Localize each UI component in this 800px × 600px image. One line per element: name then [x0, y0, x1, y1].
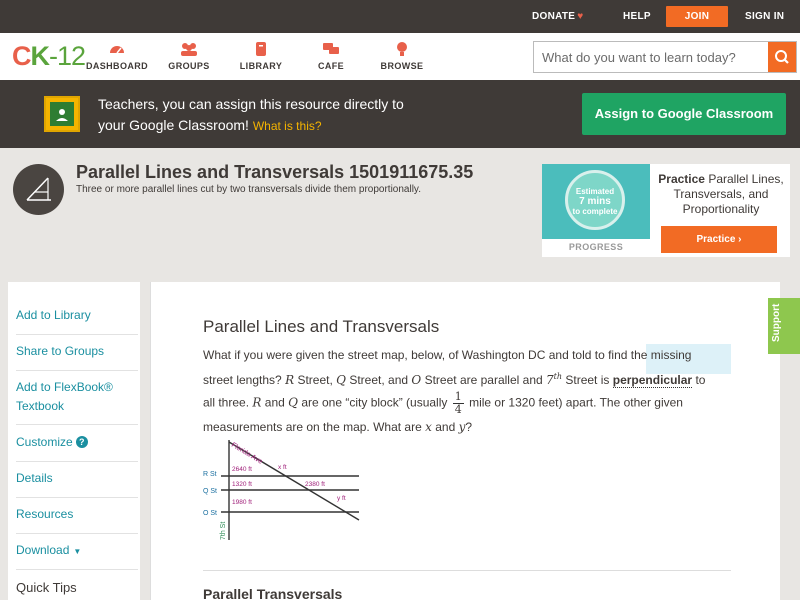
intro-paragraph: What if you were given the street map, b…: [203, 348, 706, 434]
groups-icon: [181, 43, 197, 56]
lesson-content: Parallel Lines and Transversals What if …: [150, 282, 780, 600]
share-to-groups-link[interactable]: Share to Groups: [16, 342, 132, 361]
google-classroom-icon: [44, 96, 80, 132]
nav-library[interactable]: LIBRARY: [226, 41, 296, 71]
menu-divider: [16, 569, 138, 570]
seventh-st-label: 7th St: [220, 522, 227, 540]
nav-dashboard[interactable]: DASHBOARD: [82, 41, 152, 71]
page-subtitle: Three or more parallel lines cut by two …: [76, 184, 421, 195]
practice-description: Practice Parallel Lines, Transversals, a…: [658, 172, 784, 216]
progress-label: PROGRESS: [568, 242, 624, 252]
menu-divider: [16, 461, 138, 462]
menu-divider: [16, 533, 138, 534]
browse-icon: [397, 42, 407, 56]
label-2380: 2380 ft: [305, 481, 325, 488]
help-icon[interactable]: ?: [75, 436, 88, 448]
download-link[interactable]: Download ▼: [16, 541, 132, 561]
section-heading: Parallel Lines and Transversals: [203, 317, 440, 336]
street-map-diagram: Florida Ave R St Q St O St 7th St 2640 f…: [203, 440, 360, 540]
assign-google-classroom-button[interactable]: Assign to Google Classroom: [582, 93, 786, 135]
top-bar: DONATE ♥ HELP JOIN SIGN IN: [0, 0, 800, 33]
quick-tips-heading[interactable]: Quick Tips: [16, 580, 77, 595]
chevron-right-icon: ›: [738, 234, 742, 245]
label-1980: 1980 ft: [232, 499, 252, 506]
subsection-heading: Parallel Transversals: [203, 586, 343, 600]
customize-link[interactable]: Customize?: [16, 433, 132, 452]
label-2640: 2640 ft: [232, 466, 252, 473]
label-y: y ft: [337, 495, 346, 502]
o-st-label: O St: [203, 510, 217, 517]
q-st-label: Q St: [203, 488, 217, 495]
practice-button[interactable]: Practice ›: [661, 226, 777, 253]
menu-divider: [16, 334, 138, 335]
section-divider: [203, 570, 731, 571]
menu-divider: [16, 424, 138, 425]
estimate-ring: Estimated 7 mins to complete: [565, 170, 625, 230]
join-button[interactable]: JOIN: [666, 6, 728, 27]
menu-divider: [16, 497, 138, 498]
main-nav: CK-12 DASHBOARD GROUPS LIBRARY CAFE BROW…: [0, 33, 800, 80]
search-button[interactable]: [768, 42, 796, 72]
caret-down-icon: ▼: [73, 547, 82, 556]
r-st-label: R St: [203, 471, 217, 478]
ck12-logo[interactable]: CK-12: [12, 41, 86, 71]
concept-header: Parallel Lines and Transversals 15019116…: [0, 148, 800, 260]
what-is-this-link[interactable]: What is this?: [253, 119, 322, 133]
practice-card: Estimated 7 mins to complete PROGRESS Pr…: [542, 164, 790, 257]
florida-ave-label: Florida Ave: [230, 442, 264, 466]
perpendicular-term[interactable]: perpendicular: [612, 373, 693, 388]
library-icon: [256, 42, 266, 56]
cafe-icon: [323, 43, 339, 54]
help-link[interactable]: HELP: [623, 0, 651, 33]
add-to-flexbook-link[interactable]: Add to FlexBook® Textbook: [16, 378, 132, 416]
one-quarter-fraction: 14: [452, 390, 464, 416]
concept-icon: [13, 164, 64, 215]
label-1320: 1320 ft: [232, 481, 252, 488]
menu-divider: [16, 370, 138, 371]
sign-in-link[interactable]: SIGN IN: [745, 0, 784, 33]
page-title: Parallel Lines and Transversals 15019116…: [76, 162, 474, 182]
support-tab[interactable]: Support: [768, 298, 800, 354]
side-menu: Add to Library Share to Groups Add to Fl…: [8, 282, 140, 600]
donate-link[interactable]: DONATE ♥: [532, 0, 584, 33]
heart-icon: ♥: [577, 11, 584, 22]
details-link[interactable]: Details: [16, 469, 132, 488]
search-input[interactable]: [534, 42, 768, 72]
progress-graphic: Estimated 7 mins to complete: [542, 164, 650, 239]
nav-cafe[interactable]: CAFE: [296, 41, 366, 71]
label-x: x ft: [278, 464, 287, 471]
nav-browse[interactable]: BROWSE: [367, 41, 437, 71]
resources-link[interactable]: Resources: [16, 505, 132, 524]
search-icon: [775, 50, 789, 64]
classroom-message: Teachers, you can assign this resource d…: [98, 96, 404, 133]
dashboard-icon: [110, 46, 124, 54]
add-to-library-link[interactable]: Add to Library: [16, 306, 132, 325]
search-box: [533, 41, 797, 73]
nav-groups[interactable]: GROUPS: [154, 41, 224, 71]
classroom-banner: Teachers, you can assign this resource d…: [0, 80, 800, 148]
